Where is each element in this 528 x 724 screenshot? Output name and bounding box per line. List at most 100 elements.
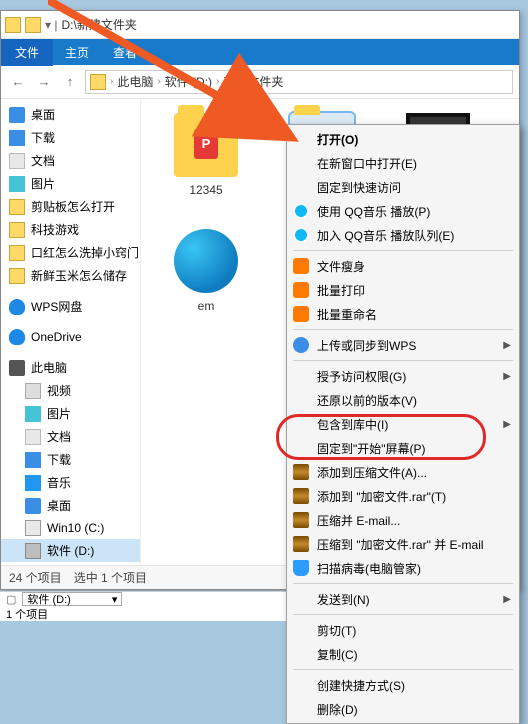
folder-icon — [9, 268, 25, 284]
sidebar-item[interactable]: 桌面 — [1, 103, 140, 126]
qq-icon — [293, 227, 309, 243]
folder-icon — [9, 245, 25, 261]
cloud-icon — [9, 329, 25, 345]
context-menu-item[interactable]: 授予访问权限(G)▶ — [287, 364, 519, 388]
nav-fwd[interactable]: → — [33, 71, 55, 93]
folder-icon — [25, 17, 41, 33]
cloud-icon — [9, 299, 25, 315]
context-menu-item[interactable]: 使用 QQ音乐 播放(P) — [287, 199, 519, 223]
sidebar-item[interactable]: 口红怎么洗掉小窍门 — [1, 241, 140, 264]
breadcrumb[interactable]: › 此电脑 › 软件 (D:) › 新建文件夹 — [85, 70, 513, 94]
folder-icon — [90, 74, 106, 90]
sidebar-item[interactable]: 下载 — [1, 448, 140, 471]
titlebar: ▾ | D:\新建文件夹 — [1, 11, 519, 39]
sidebar-item[interactable]: 此电脑 — [1, 356, 140, 379]
menu-separator — [293, 250, 513, 251]
context-menu-item[interactable]: 打开(O) — [287, 127, 519, 151]
sidebar-item[interactable]: Win10 (C:) — [1, 517, 140, 539]
file-label: 12345 — [189, 183, 222, 197]
sidebar-item[interactable]: 图片 — [1, 172, 140, 195]
sidebar-item[interactable]: 新鲜玉米怎么储存 — [1, 264, 140, 287]
sidebar-item[interactable]: 文档 — [1, 425, 140, 448]
context-menu-item[interactable]: 发送到(N)▶ — [287, 587, 519, 611]
pc-icon — [9, 360, 25, 376]
file-item[interactable]: em — [151, 225, 261, 335]
context-menu-item[interactable]: 包含到库中(I)▶ — [287, 412, 519, 436]
context-menu-item[interactable]: 添加到 "加密文件.rar"(T) — [287, 484, 519, 508]
sidebar-item[interactable]: 音乐 — [1, 471, 140, 494]
context-menu-item[interactable]: 上传或同步到WPS▶ — [287, 333, 519, 357]
folder-icon — [5, 17, 21, 33]
sidebar-item[interactable]: OneDrive — [1, 326, 140, 348]
sidebar-item[interactable]: 视频 — [1, 379, 140, 402]
context-menu-item[interactable]: 创建快捷方式(S) — [287, 673, 519, 697]
crumb-root[interactable]: 此电脑 — [117, 73, 153, 90]
dl-icon — [25, 452, 41, 468]
sidebar: 桌面下载文档图片剪贴板怎么打开科技游戏口红怎么洗掉小窍门新鲜玉米怎么储存WPS网… — [1, 99, 141, 565]
wps-icon — [293, 306, 309, 322]
desk-icon — [25, 498, 41, 514]
sidebar-item[interactable]: 软件 (D:) — [1, 539, 140, 562]
sidebar-item[interactable]: WPS网盘 — [1, 295, 140, 318]
context-menu-item[interactable]: 剪切(T) — [287, 618, 519, 642]
context-menu-item[interactable]: 复制(C) — [287, 642, 519, 666]
status-selected: 选中 1 个项目 — [74, 569, 147, 586]
context-menu-item[interactable]: 文件瘦身 — [287, 254, 519, 278]
nav-back[interactable]: ← — [7, 71, 29, 93]
context-menu-item[interactable]: 加入 QQ音乐 播放队列(E) — [287, 223, 519, 247]
sidebar-item[interactable]: 剪贴板怎么打开 — [1, 195, 140, 218]
sidebar-item[interactable]: 文档 — [1, 149, 140, 172]
folder-icon — [9, 199, 25, 215]
toolbar: ← → ↑ › 此电脑 › 软件 (D:) › 新建文件夹 — [1, 65, 519, 99]
nav-up[interactable]: ↑ — [59, 71, 81, 93]
context-menu-item[interactable]: 在新窗口中打开(E) — [287, 151, 519, 175]
context-menu-item[interactable]: 压缩并 E-mail... — [287, 508, 519, 532]
context-menu-item[interactable]: 批量重命名 — [287, 302, 519, 326]
menu-separator — [293, 669, 513, 670]
drive-dropdown[interactable]: 软件 (D:)▾ — [22, 592, 122, 606]
chevron-right-icon: ▶ — [503, 371, 511, 382]
menu-file[interactable]: 文件 — [1, 39, 53, 66]
sidebar-item[interactable]: 图片 — [1, 402, 140, 425]
crumb-leaf[interactable]: 新建文件夹 — [223, 73, 283, 90]
chevron-right-icon: ▶ — [503, 340, 511, 351]
file-label: em — [198, 299, 215, 313]
context-menu-item[interactable]: 固定到"开始"屏幕(P) — [287, 436, 519, 460]
context-menu-item[interactable]: 添加到压缩文件(A)... — [287, 460, 519, 484]
win-icon — [25, 520, 41, 536]
vid-icon — [25, 383, 41, 399]
chevron-right-icon: ▶ — [503, 419, 511, 430]
titlebar-sep: ▾ | — [45, 18, 57, 32]
shield-icon — [293, 560, 309, 576]
wps-icon — [293, 258, 309, 274]
drive-icon — [25, 543, 41, 559]
menu-view[interactable]: 查看 — [101, 39, 149, 66]
rar-icon — [293, 512, 309, 528]
sidebar-item[interactable]: 科技游戏 — [1, 218, 140, 241]
rar-icon — [293, 464, 309, 480]
context-menu-item[interactable]: 删除(D) — [287, 697, 519, 721]
music-icon — [25, 475, 41, 491]
file-icon — [174, 229, 238, 293]
pic-icon — [9, 176, 25, 192]
sidebar-item[interactable]: 桌面 — [1, 494, 140, 517]
dl-icon — [9, 130, 25, 146]
window-title: D:\新建文件夹 — [61, 16, 136, 33]
qq-icon — [293, 203, 309, 219]
menu-home[interactable]: 主页 — [53, 39, 101, 66]
wps-icon — [293, 282, 309, 298]
context-menu-item[interactable]: 固定到快速访问 — [287, 175, 519, 199]
context-menu-item[interactable]: 压缩到 "加密文件.rar" 并 E-mail — [287, 532, 519, 556]
context-menu-item[interactable]: 扫描病毒(电脑管家) — [287, 556, 519, 580]
crumb-drive[interactable]: 软件 (D:) — [165, 73, 212, 90]
doc-icon — [25, 429, 41, 445]
rar-icon — [293, 536, 309, 552]
sidebar-item[interactable]: 下载 — [1, 126, 140, 149]
menu-separator — [293, 329, 513, 330]
menu-separator — [293, 360, 513, 361]
menubar: 文件 主页 查看 — [1, 39, 519, 65]
context-menu-item[interactable]: 批量打印 — [287, 278, 519, 302]
file-item[interactable]: 12345 — [151, 109, 261, 219]
context-menu-item[interactable]: 还原以前的版本(V) — [287, 388, 519, 412]
pic-icon — [25, 406, 41, 422]
